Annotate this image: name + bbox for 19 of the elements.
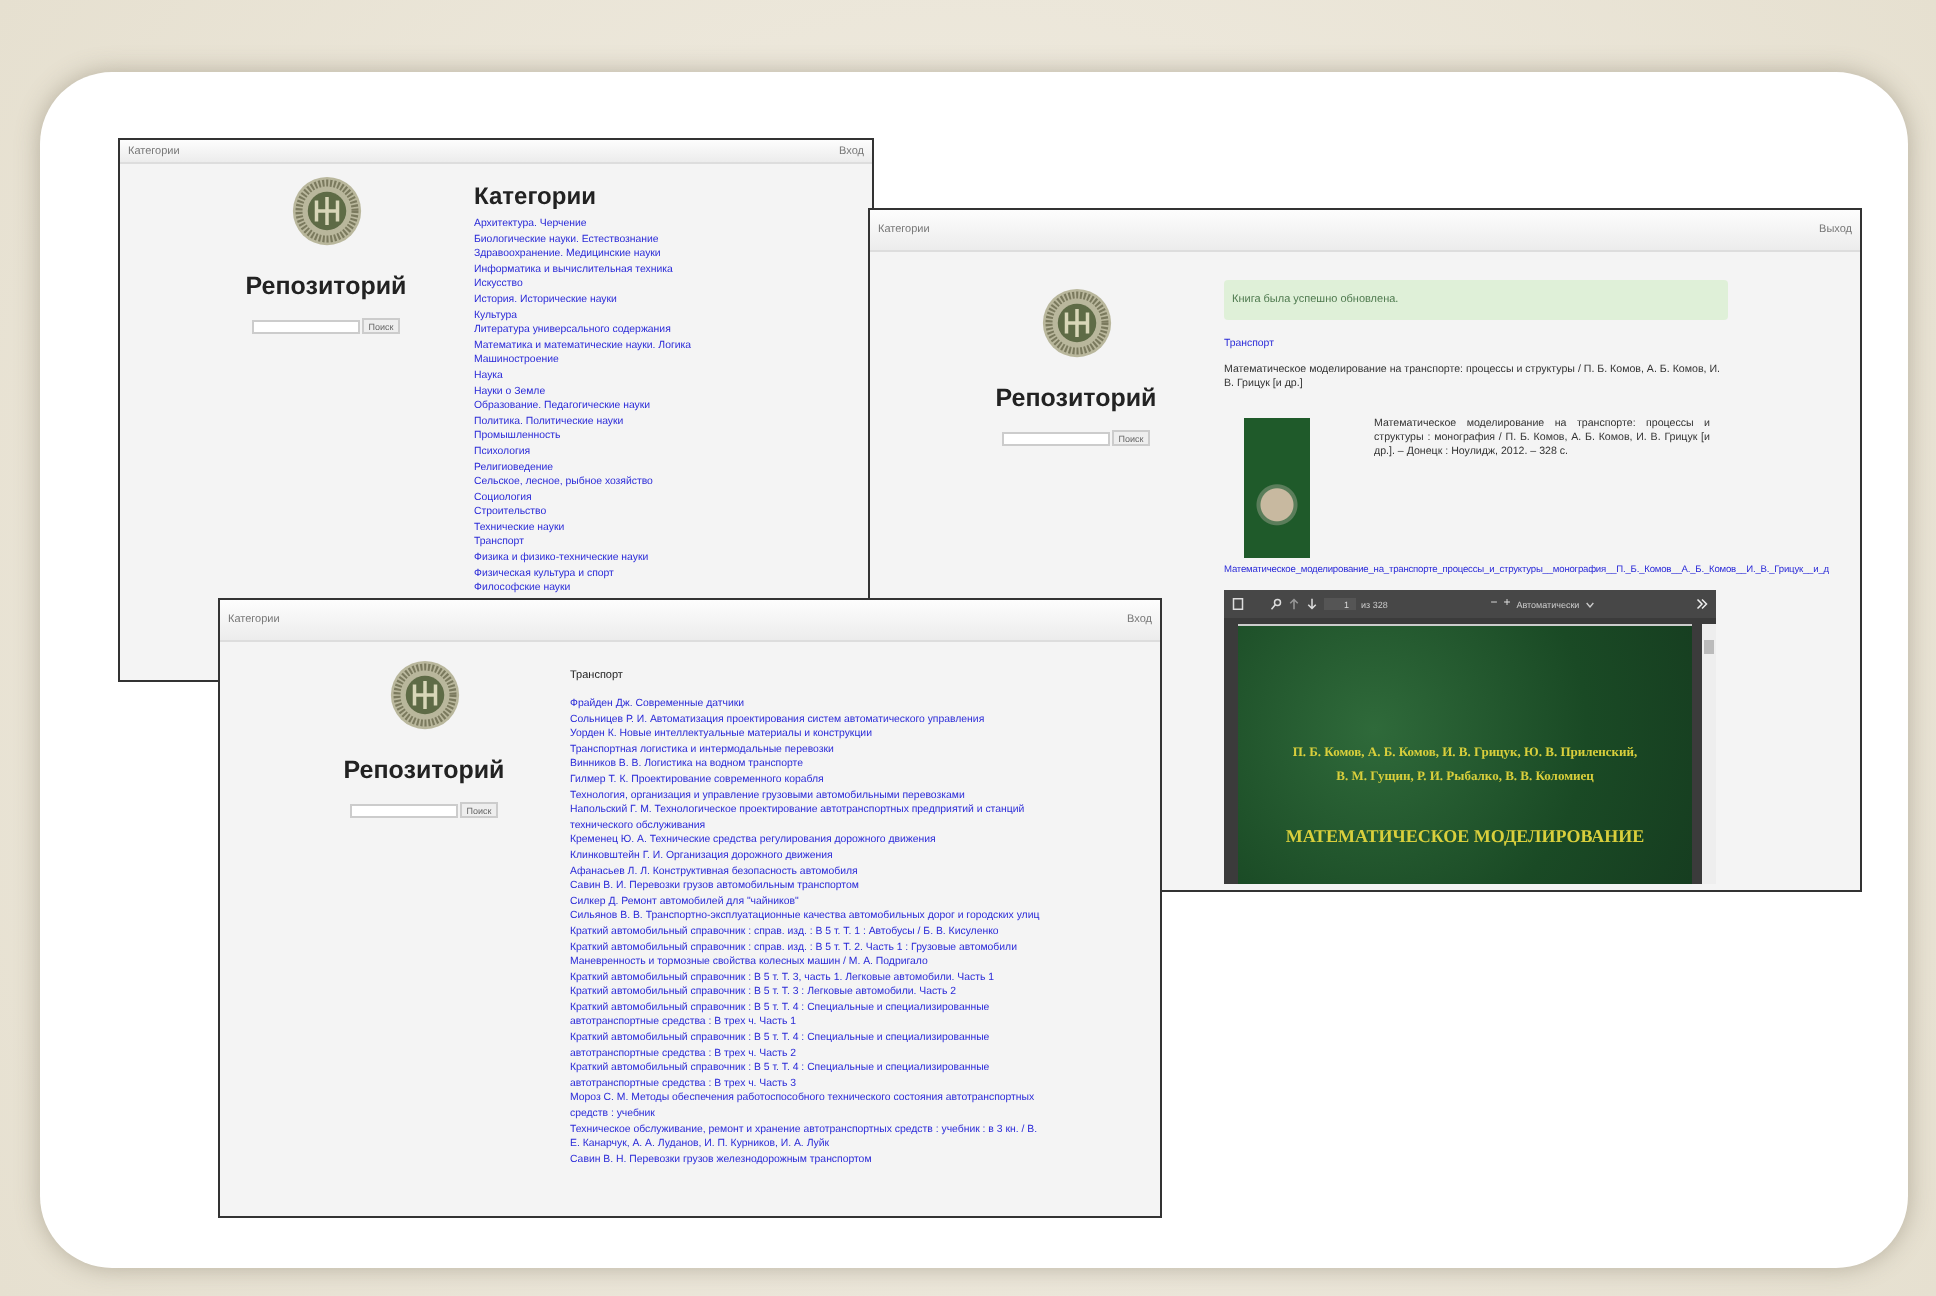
site-title: Репозиторий <box>343 756 505 784</box>
seal-logo-icon <box>291 176 361 246</box>
arrow-down-icon[interactable] <box>1306 598 1318 611</box>
scrollbar[interactable] <box>1702 624 1716 885</box>
seal-logo-icon <box>389 660 459 730</box>
caret-icon[interactable] <box>1585 601 1594 608</box>
search-field[interactable] <box>1002 431 1111 445</box>
site-title: Репозиторий <box>995 384 1157 412</box>
site-title: Репозиторий <box>245 272 407 300</box>
arrow-up-icon[interactable] <box>1288 598 1300 611</box>
sidebar-toggle-icon[interactable] <box>1232 598 1244 611</box>
search-icon[interactable] <box>1270 598 1282 611</box>
seal-logo-icon <box>1041 288 1111 358</box>
page-heading: Категории <box>474 182 596 210</box>
double-chevron-icon[interactable] <box>1696 598 1709 611</box>
search-field[interactable] <box>252 319 361 333</box>
page-text: МАТЕМАТИЧЕСКОЕ МОДЕЛИРОВАНИЕ <box>1285 826 1645 847</box>
search-field[interactable] <box>350 803 459 817</box>
book-cover-image <box>1244 417 1310 558</box>
